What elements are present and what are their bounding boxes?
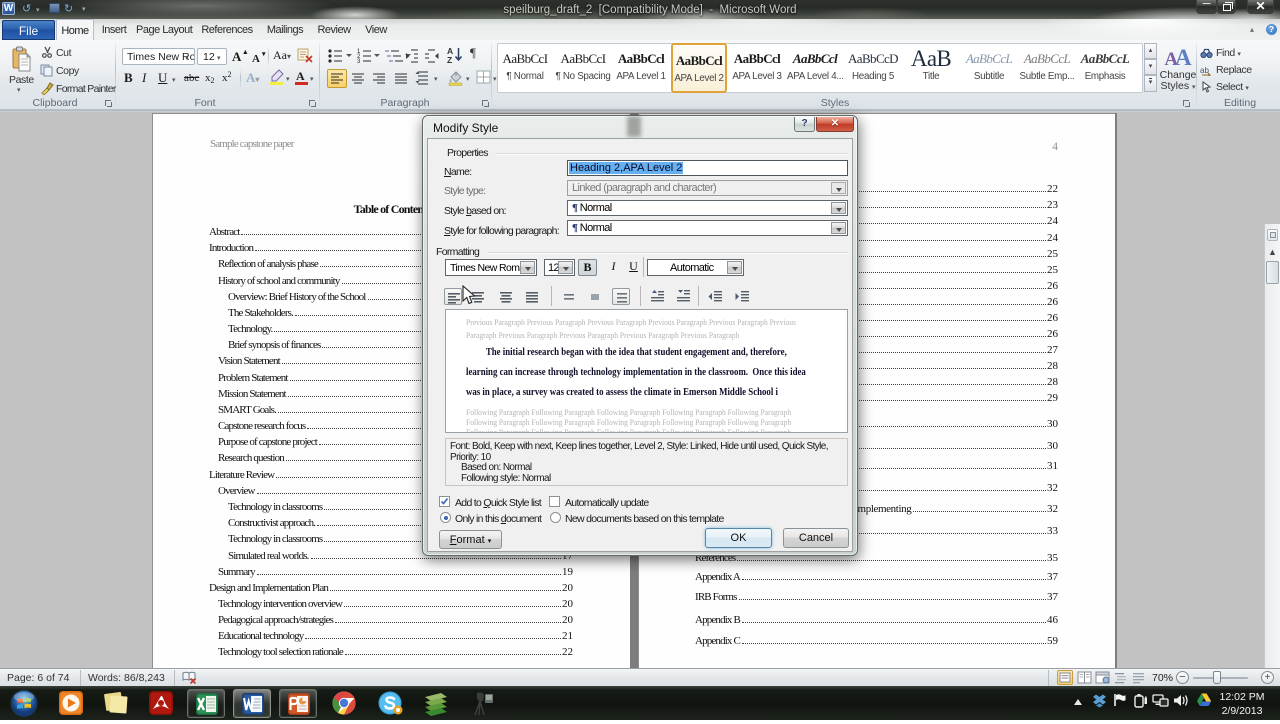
svg-text:3: 3 — [357, 59, 361, 65]
svg-text:Z: Z — [447, 55, 452, 64]
